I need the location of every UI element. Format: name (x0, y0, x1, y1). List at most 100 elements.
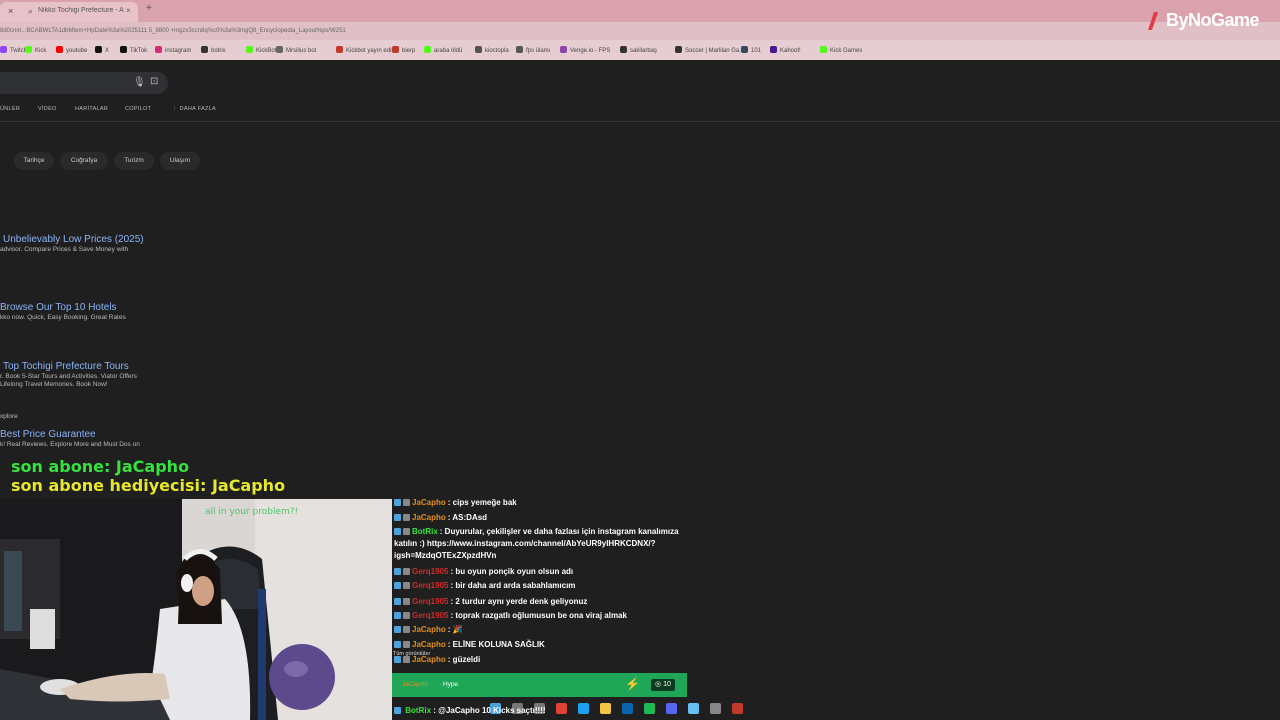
bookmark-item[interactable]: Kick Games (820, 46, 862, 54)
bookmark-item[interactable]: kioctopla (475, 46, 509, 54)
chip-tourism[interactable]: Turizm (114, 152, 154, 170)
bookmark-label: botrix (211, 48, 226, 54)
last-subscriber-text: son abone: JaCapho (11, 457, 190, 476)
chip-geography[interactable]: Coğrafya (60, 152, 108, 170)
bookmark-item[interactable]: bierp (392, 46, 415, 54)
bookmark-favicon-icon (95, 46, 102, 53)
bookmark-item[interactable]: araba öldü (424, 46, 462, 54)
bookmark-item[interactable]: Kickbot yayın editi (336, 46, 394, 54)
bookmark-label: Soccer | Marlilan Ga... (685, 48, 745, 54)
chip-history[interactable]: Tarihçe (14, 152, 54, 170)
tab-images[interactable]: ÜNLER (0, 106, 20, 112)
hype-bar[interactable]: JaCapho · Hype ⚡ ◎ 10 (392, 673, 687, 697)
bookmark-item[interactable]: Kick (25, 46, 46, 54)
badge-icon (403, 656, 410, 663)
bookmark-label: KickBot (256, 48, 277, 54)
tab-video[interactable]: VİDEO (38, 106, 57, 112)
tab-more[interactable]: ⋮ DAHA FAZLA (172, 106, 216, 112)
badge-icon (394, 528, 401, 535)
bookmark-favicon-icon (56, 46, 63, 53)
hype-count-value: 10 (663, 681, 671, 688)
tab-maps[interactable]: HARİTALAR (75, 106, 108, 112)
bookmark-label: kioctopla (485, 48, 509, 54)
chrome-icon[interactable] (556, 703, 567, 714)
tab-close-icon[interactable]: × (126, 6, 131, 15)
badge-icon (394, 641, 401, 648)
badge-icon (403, 626, 410, 633)
bookmark-item[interactable]: KickBot (246, 46, 276, 54)
chat-message: katılın :) https://www.instagram.com/cha… (394, 538, 656, 550)
badge-icon (394, 707, 401, 714)
badge-icon (394, 598, 401, 605)
chat-user[interactable]: JaCapho (412, 625, 446, 634)
chat-user[interactable]: Gerq1905 (412, 567, 448, 576)
chat-message-latest: BotRix : @JaCapho 10 Kicks saçtı!!!! (394, 706, 546, 715)
discord-icon[interactable] (666, 703, 677, 714)
chat-message: JaCapho: ELİNE KOLUNA SAĞLIK (394, 639, 545, 651)
bookmark-item[interactable]: Soccer | Marlilan Ga... (675, 46, 744, 54)
badge-icon (394, 582, 401, 589)
bookmark-item[interactable]: Venge.io - FPS (560, 46, 610, 54)
bookmark-item[interactable]: Mrsilius bot (276, 46, 316, 54)
bookmark-item[interactable]: instagram (155, 46, 191, 54)
badge-icon (394, 514, 401, 521)
bookmark-label: Kickbot yayın editi (346, 48, 395, 54)
bookmark-item[interactable]: TikTok (120, 46, 147, 54)
result-title[interactable]: Unbelievably Low Prices (2025) (3, 234, 144, 245)
bookmark-favicon-icon (424, 46, 431, 53)
bookmark-favicon-icon (246, 46, 253, 53)
chat-text: : 2 turdur aynı yerde denk geliyonuz (450, 597, 588, 606)
result-title[interactable]: Browse Our Top 10 Hotels (0, 302, 117, 313)
bookmark-label: 101 (751, 48, 762, 54)
chat-text: igsh=MzdqOTExZXpzdHVn (394, 551, 497, 560)
result-title[interactable]: Best Price Guarantee (0, 429, 96, 440)
bookmark-item[interactable]: X (95, 46, 109, 54)
bookmark-item[interactable]: Twitch (0, 46, 27, 54)
new-tab-button[interactable]: + (146, 3, 152, 14)
tab-copilot[interactable]: COPILOT (125, 106, 151, 112)
result-desc: r. Book 5-Star Tours and Activities. Via… (0, 373, 137, 380)
chat-text: : bir daha ard arda sabahlamıcım (450, 581, 576, 590)
logo-mark-icon (1148, 12, 1158, 30)
lens-icon[interactable]: ⊡ (150, 76, 158, 87)
close-icon[interactable]: × (8, 6, 13, 16)
address-bar[interactable]: 8d0cnm...BCABWLTA1dbMtem+HpDate%3a%20251… (0, 22, 1280, 40)
bookmark-item[interactable]: 101 (741, 46, 761, 54)
chat-message: JaCapho: cips yemeğe bak (394, 497, 517, 509)
outlook-icon[interactable] (622, 703, 633, 714)
url-text[interactable]: 8d0cnm...BCABWLTA1dbMtem+HpDate%3a%20251… (0, 28, 346, 34)
folder-icon[interactable] (600, 703, 611, 714)
bookmark-item[interactable]: Kahoot! (770, 46, 801, 54)
chip-transport[interactable]: Ulaşım (160, 152, 200, 170)
steam-icon[interactable] (688, 703, 699, 714)
chat-user[interactable]: BotRix (412, 527, 438, 536)
edge-icon[interactable] (578, 703, 589, 714)
badge-icon (394, 656, 401, 663)
chat-message: Gerq1905: bir daha ard arda sabahlamıcım (394, 580, 575, 592)
bookmark-item[interactable]: fps ülamı (516, 46, 550, 54)
settings-icon[interactable] (710, 703, 721, 714)
chat-user[interactable]: Gerq1905 (412, 611, 448, 620)
chat-user[interactable]: JaCapho (412, 513, 446, 522)
bookmark-favicon-icon (820, 46, 827, 53)
obs-icon[interactable] (732, 703, 743, 714)
badge-icon (394, 612, 401, 619)
chat-text: : Duyurular, çekilişler ve daha fazlası … (439, 527, 679, 536)
chat-user[interactable]: BotRix (405, 706, 431, 715)
microphone-icon[interactable]: 🎙 (133, 77, 146, 88)
search-box[interactable]: 🎙 ⊡ (0, 72, 168, 94)
browser-tab[interactable]: × ⌕ Nikko Tochigi Prefecture - Ara × (0, 2, 138, 22)
chat-user[interactable]: Gerq1905 (412, 581, 448, 590)
chat-text: : @JaCapho 10 Kicks saçtı!!!! (433, 706, 546, 715)
spotify-icon[interactable] (644, 703, 655, 714)
chat-user[interactable]: JaCapho (412, 498, 446, 507)
bookmark-favicon-icon (516, 46, 523, 53)
result-title[interactable]: Top Tochigi Prefecture Tours (3, 361, 129, 372)
chat-user[interactable]: Gerq1905 (412, 597, 448, 606)
bookmark-item[interactable]: botrix (201, 46, 226, 54)
bookmark-item[interactable]: youtube (56, 46, 87, 54)
chat-user[interactable]: JaCapho (412, 640, 446, 649)
result-pre: xplore (0, 413, 18, 420)
bookmark-label: fps ülamı (526, 48, 551, 54)
bookmark-item[interactable]: sakilarbaş (620, 46, 657, 54)
